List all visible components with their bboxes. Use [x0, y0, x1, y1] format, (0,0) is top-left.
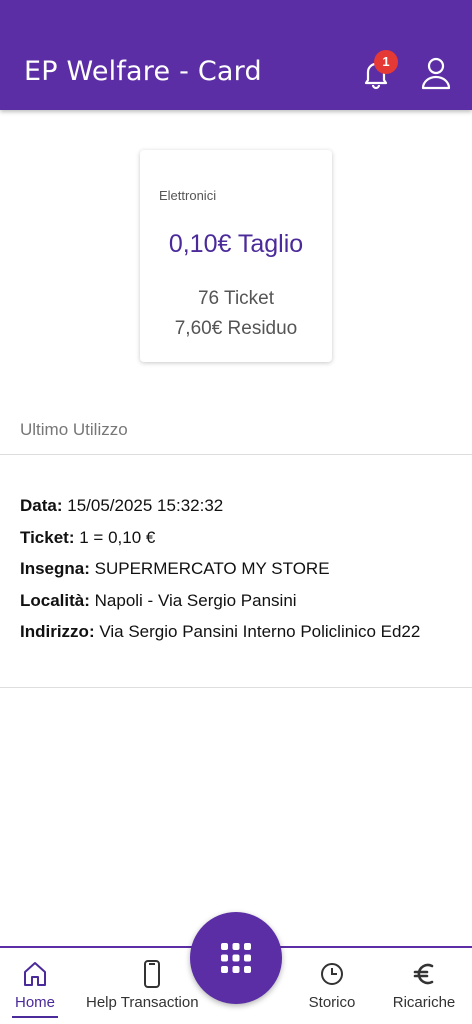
detail-value: SUPERMERCATO MY STORE	[94, 559, 330, 578]
detail-row-localita: Località: Napoli - Via Sergio Pansini	[20, 585, 460, 617]
card-category: Elettronici	[159, 188, 217, 203]
euro-icon	[411, 960, 437, 988]
detail-row-insegna: Insegna: SUPERMERCATO MY STORE	[20, 553, 460, 585]
detail-row-ticket: Ticket: 1 = 0,10 €	[20, 522, 460, 554]
section-title-ultimo-utilizzo: Ultimo Utilizzo	[20, 420, 128, 439]
user-icon[interactable]	[420, 56, 452, 90]
nav-label: Help Transaction	[86, 994, 199, 1011]
nav-label: Ricariche	[392, 994, 456, 1011]
clock-icon	[319, 960, 345, 988]
card-ticket-count: 76 Ticket	[197, 288, 275, 309]
detail-value: Via Sergio Pansini Interno Policlinico E…	[99, 622, 421, 641]
detail-value: 1 = 0,10 €	[79, 527, 156, 547]
grid-icon	[221, 943, 251, 973]
phone-icon	[139, 960, 165, 988]
home-icon	[22, 960, 48, 988]
detail-label: Data:	[20, 496, 63, 515]
last-usage-details: Data: 15/05/2025 15:32:32 Ticket: 1 = 0,…	[20, 490, 460, 648]
detail-label: Insegna:	[20, 559, 90, 578]
nav-storico[interactable]: Storico	[298, 948, 366, 1024]
nav-label: Home	[14, 994, 55, 1011]
menu-fab[interactable]	[190, 912, 282, 1004]
nav-label: Storico	[308, 994, 356, 1011]
detail-value: 15/05/2025 15:32:32	[67, 496, 224, 515]
detail-value: Napoli - Via Sergio Pansini	[94, 590, 297, 610]
card-taglio: 0,10€ Taglio	[168, 230, 304, 258]
nav-home[interactable]: Home	[4, 948, 66, 1024]
detail-label: Ticket:	[20, 527, 75, 547]
detail-label: Località:	[20, 590, 90, 610]
divider	[0, 687, 472, 688]
nav-ricariche[interactable]: Ricariche	[386, 948, 462, 1024]
ticket-card[interactable]: Elettronici 0,10€ Taglio 76 Ticket 7,60€…	[140, 150, 332, 362]
detail-row-indirizzo: Indirizzo: Via Sergio Pansini Interno Po…	[20, 616, 460, 648]
page-title: EP Welfare - Card	[24, 56, 262, 87]
notification-badge: 1	[374, 50, 398, 74]
detail-label: Indirizzo:	[20, 622, 95, 641]
detail-row-data: Data: 15/05/2025 15:32:32	[20, 490, 460, 522]
app-header: EP Welfare - Card 1	[0, 0, 472, 110]
divider	[0, 454, 472, 455]
card-residuo: 7,60€ Residuo	[174, 318, 298, 339]
